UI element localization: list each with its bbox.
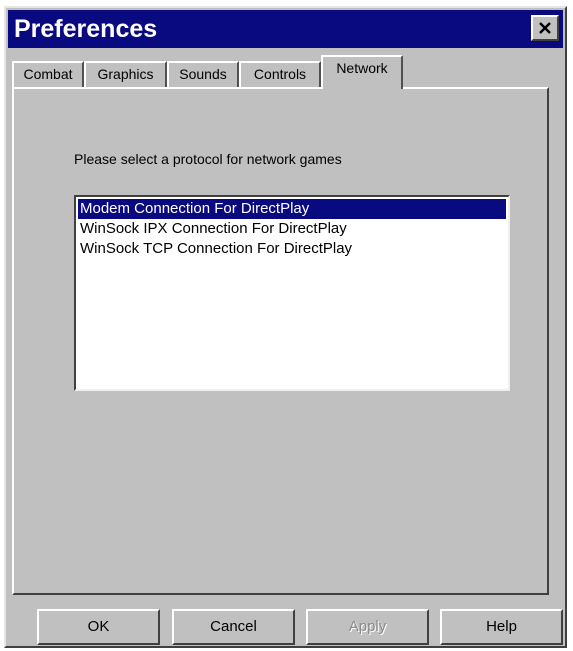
title-bar[interactable]: Preferences bbox=[8, 10, 563, 48]
tab-controls[interactable]: Controls bbox=[239, 61, 321, 87]
protocol-listbox[interactable]: Modem Connection For DirectPlay WinSock … bbox=[74, 195, 510, 391]
window-title: Preferences bbox=[14, 15, 158, 43]
protocol-item-modem[interactable]: Modem Connection For DirectPlay bbox=[78, 199, 506, 219]
tab-combat[interactable]: Combat bbox=[12, 61, 84, 87]
protocol-item-ipx[interactable]: WinSock IPX Connection For DirectPlay bbox=[78, 219, 506, 239]
close-icon bbox=[539, 22, 551, 34]
protocol-prompt: Please select a protocol for network gam… bbox=[74, 151, 342, 167]
cancel-button[interactable]: Cancel bbox=[172, 609, 295, 645]
protocol-item-tcp[interactable]: WinSock TCP Connection For DirectPlay bbox=[78, 239, 506, 259]
tab-sounds[interactable]: Sounds bbox=[167, 61, 239, 87]
tab-graphics[interactable]: Graphics bbox=[84, 61, 167, 87]
ok-button[interactable]: OK bbox=[37, 609, 160, 645]
close-button[interactable] bbox=[531, 15, 559, 41]
help-button[interactable]: Help bbox=[440, 609, 563, 645]
apply-button[interactable]: Apply bbox=[306, 609, 429, 645]
network-tab-panel: Please select a protocol for network gam… bbox=[12, 87, 549, 595]
tab-network[interactable]: Network bbox=[321, 55, 403, 89]
